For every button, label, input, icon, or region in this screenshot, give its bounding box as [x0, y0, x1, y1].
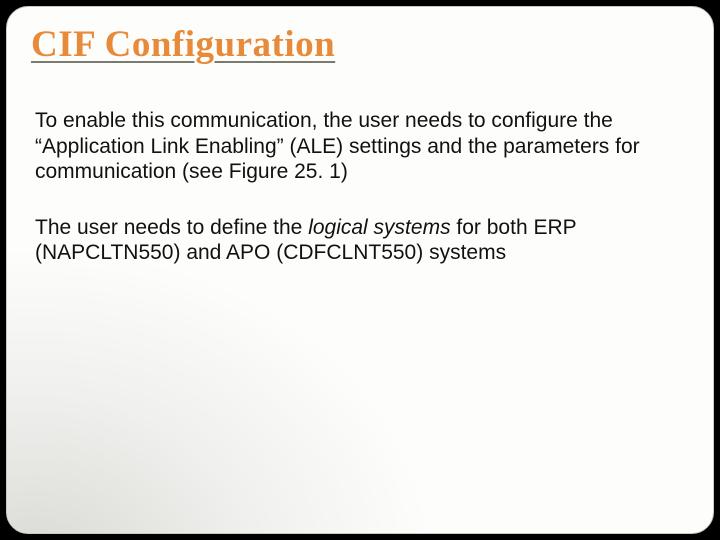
paragraph-2-italic: logical systems — [308, 216, 450, 239]
slide-title: CIF Configuration — [31, 23, 685, 66]
slide-card: CIF Configuration To enable this communi… — [6, 6, 714, 534]
paragraph-1: To enable this communication, the user n… — [35, 108, 675, 185]
slide-body: To enable this communication, the user n… — [35, 108, 685, 266]
paragraph-2: The user needs to define the logical sys… — [35, 215, 675, 266]
paragraph-2-lead: The user needs to define the — [35, 216, 308, 239]
